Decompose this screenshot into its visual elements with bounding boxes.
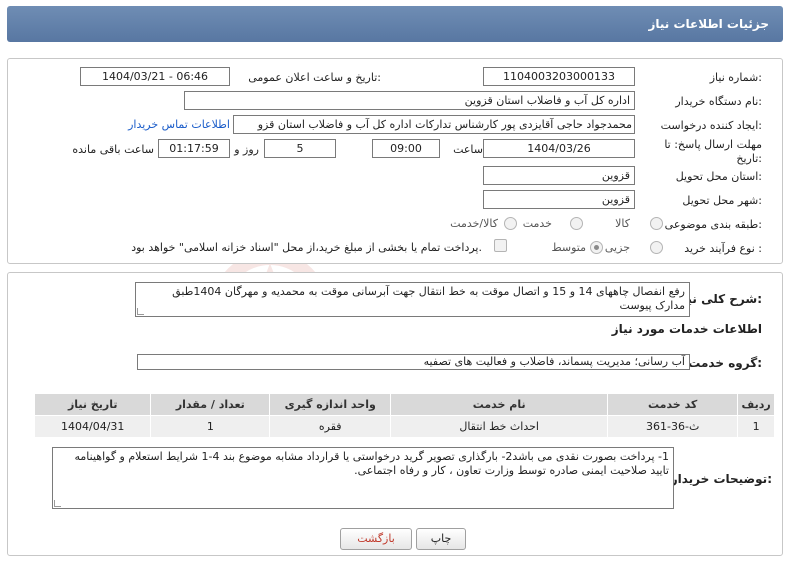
col-unit: واحد اندازه گیری [269,393,392,416]
col-qty: تعداد / مقدار [150,393,271,416]
table-row: 1 ث-36-361 احداث خط انتقال فقره 1 1404/0… [33,415,775,438]
service-group-field: آب رسانی؛ مدیریت پسماند، فاضلاب و فعالیت… [137,354,690,370]
category-service-label: خدمت [522,217,552,230]
category-goods-label: کالا [615,217,630,230]
table-header-row: ردیف کد خدمت نام خدمت واحد اندازه گیری ت… [33,393,775,416]
announce-label: تاریخ و ساعت اعلان عمومی: [248,71,381,84]
services-table: ردیف کد خدمت نام خدمت واحد اندازه گیری ت… [33,393,775,438]
process-medium-radio[interactable] [590,241,603,254]
back-button[interactable]: بازگشت [340,528,412,550]
col-code: کد خدمت [607,393,739,416]
col-date: تاریخ نیاز [33,393,152,416]
creator-label: ایجاد کننده درخواست: [660,119,762,132]
deadline-time-field: 09:00 [372,139,440,158]
days-label: روز و [234,143,259,156]
cell-row: 1 [737,415,775,438]
province-field: قزوین [483,166,635,185]
creator-field: محمدجواد حاجی آقایزدی پور کارشناس تدارکا… [233,115,635,134]
page-header: جزئیات اطلاعات نیاز [7,6,783,42]
process-minor-radio[interactable] [650,241,663,254]
page-title: جزئیات اطلاعات نیاز [648,17,769,31]
print-button[interactable]: چاپ [416,528,466,550]
col-name: نام خدمت [390,393,609,416]
buyer-notes-text: 1- پرداخت بصورت نقدی می باشد2- بارگذاری … [74,450,670,477]
cell-code: ث-36-361 [607,415,739,438]
summary-textarea[interactable]: رفع انفصال چاههای 14 و 15 و اتصال موقت ب… [135,282,690,317]
time-label: ساعت [453,143,483,156]
buyer-org-field: اداره کل آب و فاضلاب استان قزوین [184,91,635,110]
resize-handle-icon[interactable] [137,308,144,315]
city-field: قزوین [483,190,635,209]
buyer-notes-label: توضیحات خریدار: [670,472,772,486]
need-number-field: 1104003203000133 [483,67,635,86]
cell-date: 1404/04/31 [33,415,152,438]
remaining-time-field: 01:17:59 [158,139,230,158]
announce-field: 1404/03/21 - 06:46 [80,67,230,86]
treasury-payment-note: پرداخت تمام یا بخشی از مبلغ خرید،از محل … [131,241,482,254]
remaining-label: ساعت باقی مانده [72,143,154,156]
cell-name: احداث خط انتقال [390,415,609,438]
province-label: استان محل تحویل: [675,170,762,183]
process-medium-label: متوسط [551,241,586,254]
services-section-title: اطلاعات خدمات مورد نیاز [611,322,762,336]
services-table-wrap: ردیف کد خدمت نام خدمت واحد اندازه گیری ت… [33,393,775,438]
cell-qty: 1 [150,415,271,438]
service-group-label: گروه خدمت: [688,356,762,370]
category-service-radio[interactable] [570,217,583,230]
treasury-payment-checkbox[interactable] [494,239,507,252]
cell-unit: فقره [269,415,392,438]
need-number-label: شماره نیاز: [709,71,762,84]
category-goods-radio[interactable] [650,217,663,230]
category-both-radio[interactable] [504,217,517,230]
buyer-org-label: نام دستگاه خریدار: [675,95,762,108]
city-label: شهر محل تحویل: [682,194,762,207]
deadline-label: مهلت ارسال پاسخ: تا تاریخ: [664,138,762,165]
deadline-date-field: 1404/03/26 [483,139,635,158]
process-minor-label: جزیی [604,241,630,254]
process-label: نوع فرآیند خرید : [684,242,762,255]
resize-handle-icon[interactable] [54,500,61,507]
category-both-label: کالا/خدمت [450,217,498,230]
summary-text: رفع انفصال چاههای 14 و 15 و اتصال موقت ب… [172,285,685,312]
buyer-notes-textarea[interactable]: 1- پرداخت بصورت نقدی می باشد2- بارگذاری … [52,447,674,509]
days-field: 5 [264,139,336,158]
buyer-contact-link[interactable]: اطلاعات تماس خریدار [128,118,230,131]
col-row: ردیف [737,393,775,416]
category-label: طبقه بندی موضوعی: [664,218,762,231]
